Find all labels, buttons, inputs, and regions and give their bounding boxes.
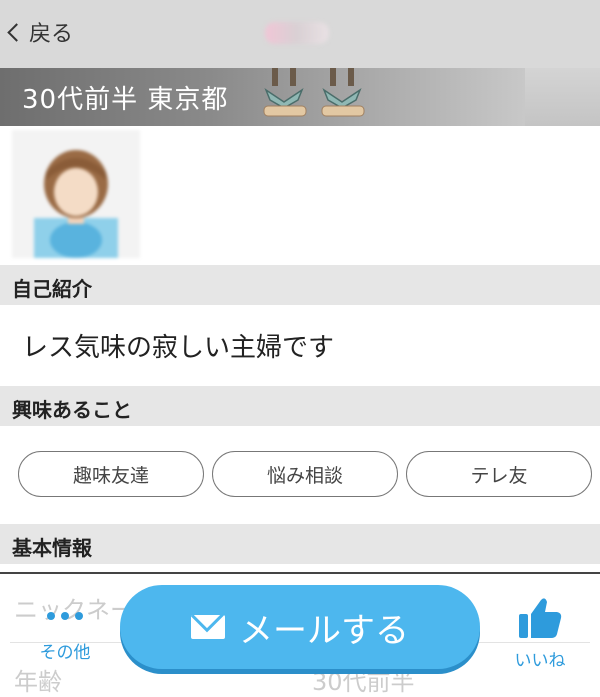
profile-avatar[interactable] bbox=[12, 130, 140, 258]
interest-tag[interactable]: 趣味友達 bbox=[18, 451, 204, 497]
other-button[interactable]: その他 bbox=[20, 606, 110, 670]
basic-info-heading: 基本情報 bbox=[12, 536, 92, 560]
envelope-icon bbox=[191, 615, 225, 639]
interests-section-header: 興味あること bbox=[0, 386, 600, 426]
interest-tag[interactable]: テレ友 bbox=[406, 451, 592, 497]
intro-text: レス気味の寂しい主婦です bbox=[22, 333, 335, 363]
top-nav-bar: 戻る bbox=[0, 0, 600, 68]
send-mail-button[interactable]: メールする bbox=[120, 585, 480, 669]
other-label: その他 bbox=[39, 643, 91, 663]
sandal-image bbox=[321, 68, 365, 117]
sandal-image bbox=[263, 68, 307, 117]
age-location: 30代前半 東京都 bbox=[22, 85, 229, 115]
intro-section-header: 自己紹介 bbox=[0, 265, 600, 305]
interest-tag[interactable]: 悩み相談 bbox=[212, 451, 398, 497]
interests-heading: 興味あること bbox=[12, 398, 132, 422]
divider bbox=[0, 572, 600, 574]
page-title bbox=[265, 22, 329, 44]
more-dots-icon bbox=[20, 612, 110, 620]
profile-banner: 30代前半 東京都 bbox=[0, 68, 600, 126]
back-button[interactable]: 戻る bbox=[7, 16, 74, 48]
like-label: いいね bbox=[514, 651, 566, 671]
basic-info-section-header: 基本情報 bbox=[0, 524, 600, 564]
send-mail-label: メールする bbox=[239, 610, 409, 651]
like-button[interactable]: いいね bbox=[495, 596, 585, 671]
intro-heading: 自己紹介 bbox=[12, 277, 92, 301]
thumbs-up-icon bbox=[519, 598, 562, 638]
back-label: 戻る bbox=[29, 22, 74, 47]
chevron-left-icon bbox=[7, 22, 26, 42]
